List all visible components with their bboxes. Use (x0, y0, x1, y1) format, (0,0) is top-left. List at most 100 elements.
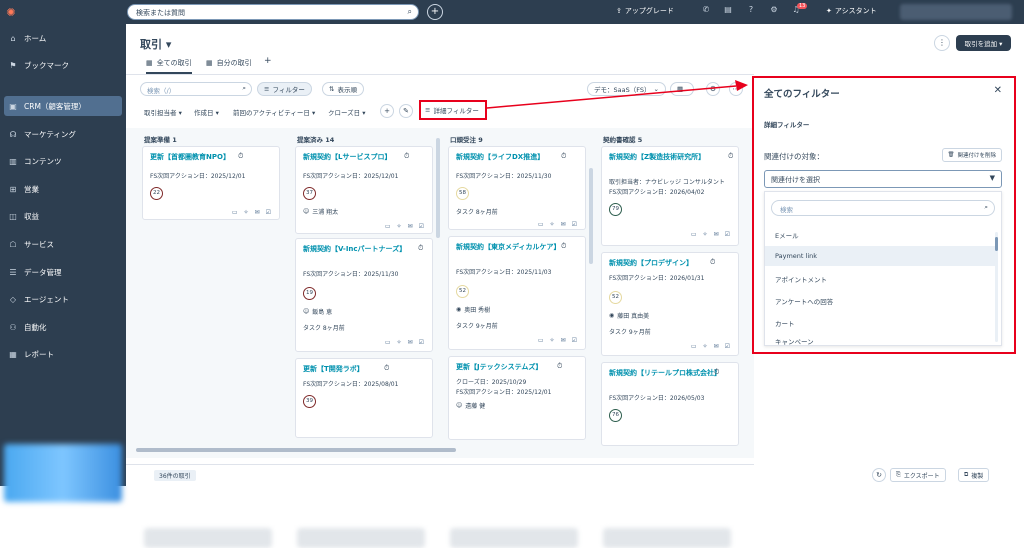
card-action-icons[interactable]: ▭ ✧ ✉ ☑ (385, 223, 424, 230)
deal-title-link[interactable]: 更新【首都圏教育NPO】 (150, 152, 260, 163)
settings-round-button[interactable]: ⚙ (706, 82, 720, 96)
deal-card[interactable]: 新規契約【東京メディカルケア】 ⏱ FS次回アクション日：2025/11/03 … (448, 236, 586, 350)
sidebar-item-revenue[interactable]: ◫ 収益 (8, 206, 120, 226)
deal-title-link[interactable]: 新規契約【Z製造技術研究所】 (609, 152, 719, 163)
board-horizontal-scrollbar[interactable] (136, 448, 456, 452)
deal-title-link[interactable]: 新規契約【V-Incパートナーズ】 (303, 244, 413, 255)
account-menu-blurred[interactable] (900, 4, 1012, 20)
sidebar-item-data[interactable]: ☰ データ管理 (8, 262, 120, 282)
duplicate-button[interactable]: ⧉ 複製 (958, 468, 990, 482)
card-action-icons[interactable]: ▭ ✧ ✉ ☑ (232, 209, 271, 216)
sidebar-item-agent[interactable]: ◇ エージェント (8, 289, 120, 309)
deal-title-link[interactable]: 更新【T開発ラボ】 (303, 364, 413, 375)
deal-title-link[interactable]: 新規契約【プロデザイン】 (609, 258, 719, 269)
note-icon[interactable]: ▭ (385, 223, 391, 230)
email-icon[interactable]: ✉ (561, 221, 566, 228)
deal-title-link[interactable]: 更新【Jテックシステムズ】 (456, 362, 566, 373)
card-action-icons[interactable]: ▭ ✧ ✉ ☑ (691, 343, 730, 350)
close-icon[interactable]: ✕ (994, 85, 1002, 96)
close-date-filter-dropdown[interactable]: クローズ日 ▾ (328, 107, 366, 117)
email-icon[interactable]: ✉ (408, 223, 413, 230)
sidebar-item-content[interactable]: ▥ コンテンツ (8, 151, 120, 171)
marketplace-icon[interactable]: ▤ (722, 5, 734, 14)
column-scrollbar[interactable] (589, 168, 593, 264)
email-icon[interactable]: ✉ (714, 231, 719, 238)
sparkle-icon[interactable]: ✧ (397, 339, 402, 346)
association-select[interactable]: 関連付けを選択 ▼ (764, 170, 1002, 188)
more-round-button[interactable]: ⋯ (729, 82, 743, 96)
deal-card[interactable]: 更新【Jテックシステムズ】 ⏱ クローズ日：2025/10/29 FS次回アクシ… (448, 356, 586, 440)
deal-card[interactable]: 新規契約【Lサービスプロ】 ⏱ FS次回アクション日：2025/12/01 37… (295, 146, 433, 234)
scroll-thumb[interactable] (995, 237, 998, 251)
add-deal-button[interactable]: 取引を追加 ▾ (956, 35, 1011, 51)
card-action-icons[interactable]: ▭ ✧ ✉ ☑ (385, 339, 424, 346)
deal-title-link[interactable]: 新規契約【リテールプロ株式会社】 (609, 368, 721, 379)
deal-card[interactable]: 新規契約【リテールプロ株式会社】 ⏱ FS次回アクション日：2026/05/03… (601, 362, 739, 446)
board-view-button[interactable]: ▦ (670, 82, 694, 96)
task-icon[interactable]: ☑ (419, 339, 424, 346)
sidebar-item-crm[interactable]: ▣ CRM（顧客管理） (4, 96, 122, 116)
add-filter-button[interactable]: + (380, 104, 394, 118)
deal-search-input[interactable]: 検索（/） ⌕ (140, 82, 252, 96)
upgrade-button[interactable]: ⇪ アップグレード (616, 6, 674, 16)
note-icon[interactable]: ▭ (232, 209, 238, 216)
deal-title-link[interactable]: 新規契約【ライフDX推進】 (456, 152, 566, 163)
sidebar-item-service[interactable]: ☖ サービス (8, 234, 120, 254)
sidebar-item-home[interactable]: ⌂ ホーム (8, 28, 120, 48)
card-action-icons[interactable]: ▭ ✧ ✉ ☑ (538, 337, 577, 344)
sparkle-icon[interactable]: ✧ (703, 231, 708, 238)
dropdown-option[interactable]: Payment link (765, 246, 995, 266)
filter-button[interactable]: ≡ フィルター (257, 82, 312, 96)
deal-title-link[interactable]: 新規契約【東京メディカルケア】 (456, 242, 566, 253)
card-action-icons[interactable]: ▭ ✧ ✉ ☑ (538, 221, 577, 228)
tab-all-deals[interactable]: ▦ 全ての取引 (146, 58, 192, 74)
note-icon[interactable]: ▭ (385, 339, 391, 346)
note-icon[interactable]: ▭ (691, 231, 697, 238)
more-options-button[interactable]: ⋮ (934, 35, 950, 51)
card-action-icons[interactable]: ▭ ✧ ✉ ☑ (691, 231, 730, 238)
task-icon[interactable]: ☑ (725, 231, 730, 238)
task-icon[interactable]: ☑ (419, 223, 424, 230)
owner-filter-dropdown[interactable]: 取引担当者 ▾ (144, 107, 182, 117)
sparkle-icon[interactable]: ✧ (550, 337, 555, 344)
pipeline-select[interactable]: デモ：SaaS（FS） ⌄ (587, 82, 666, 96)
email-icon[interactable]: ✉ (561, 337, 566, 344)
help-icon[interactable]: ? (745, 5, 757, 14)
dropdown-scrollbar[interactable] (995, 232, 998, 342)
hubspot-logo-icon[interactable]: ✺ (0, 0, 22, 24)
dropdown-option[interactable]: アンケートへの回答 (765, 290, 995, 310)
sort-button[interactable]: ⇅ 表示順 (322, 82, 364, 96)
add-tab-button[interactable]: + (264, 56, 272, 66)
global-search-input[interactable]: 検索または質問 ⌕ (127, 4, 419, 20)
deal-title-link[interactable]: 新規契約【Lサービスプロ】 (303, 152, 413, 163)
dropdown-option[interactable]: カート (765, 312, 995, 332)
email-icon[interactable]: ✉ (255, 209, 260, 216)
dropdown-option[interactable]: キャンペーン (765, 332, 995, 345)
remove-association-button[interactable]: 🗑 関連付けを削除 (941, 148, 1002, 162)
deal-card[interactable]: 更新【首都圏教育NPO】 ⏱ FS次回アクション日：2025/12/01 22 … (142, 146, 280, 220)
create-plus-button[interactable]: + (427, 4, 443, 20)
dropdown-option[interactable]: Eメール (765, 224, 995, 244)
deal-card[interactable]: 新規契約【プロデザイン】 ⏱ FS次回アクション日：2026/01/31 52 … (601, 252, 739, 356)
email-icon[interactable]: ✉ (714, 343, 719, 350)
sidebar-item-report[interactable]: ▦ レポート (8, 344, 120, 364)
deal-card[interactable]: 更新【T開発ラボ】 ⏱ FS次回アクション日：2025/08/01 39 (295, 358, 433, 438)
column-scrollbar[interactable] (436, 138, 440, 238)
sidebar-item-sales[interactable]: ⊞ 営業 (8, 179, 120, 199)
phone-icon[interactable]: ✆ (700, 5, 712, 14)
tab-my-deals[interactable]: ▦ 自分の取引 (206, 58, 252, 68)
sidebar-item-bookmark[interactable]: ⚑ ブックマーク (8, 55, 120, 75)
task-icon[interactable]: ☑ (266, 209, 271, 216)
sparkle-icon[interactable]: ✧ (397, 223, 402, 230)
task-icon[interactable]: ☑ (572, 337, 577, 344)
note-icon[interactable]: ▭ (691, 343, 697, 350)
edit-filter-button[interactable]: ✎ (399, 104, 413, 118)
dropdown-option[interactable]: アポイントメント (765, 268, 995, 288)
deal-card[interactable]: 新規契約【V-Incパートナーズ】 ⏱ FS次回アクション日：2025/11/3… (295, 238, 433, 352)
last-activity-filter-dropdown[interactable]: 前回のアクティビティー日 ▾ (233, 107, 315, 117)
settings-gear-icon[interactable]: ⚙ (768, 5, 780, 14)
note-icon[interactable]: ▭ (538, 337, 544, 344)
note-icon[interactable]: ▭ (538, 221, 544, 228)
page-title[interactable]: 取引 ▾ (140, 36, 171, 52)
sparkle-icon[interactable]: ✧ (550, 221, 555, 228)
